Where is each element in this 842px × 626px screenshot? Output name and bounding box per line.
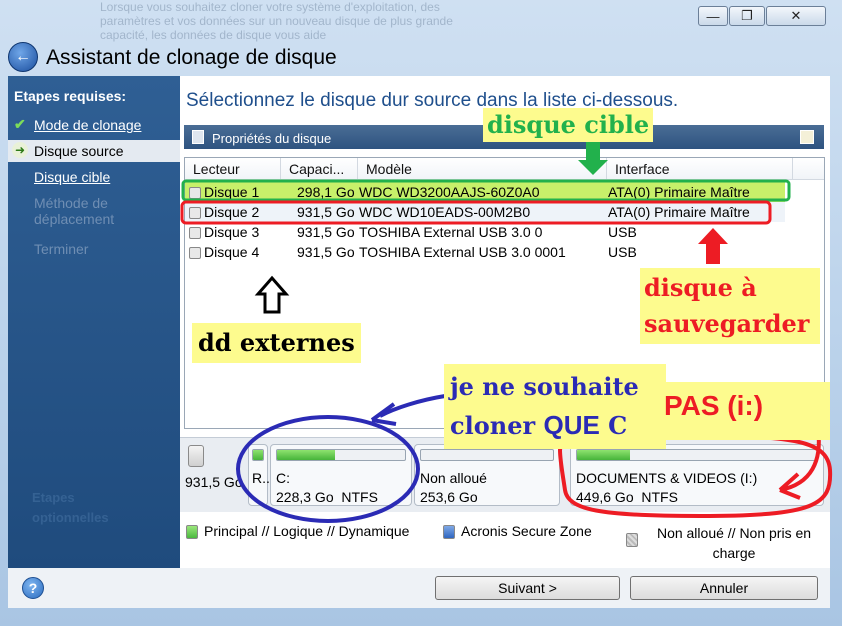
annotation-disque-sauvegarder: disque à sauvegarder	[640, 268, 820, 344]
red-up-arrow	[698, 228, 728, 264]
annotation-cloner-c: je ne souhaite cloner QUE C	[444, 364, 666, 449]
annotation-disque-cible: disque cible	[483, 108, 654, 142]
green-down-arrow	[578, 142, 608, 175]
black-up-arrow	[254, 275, 290, 314]
blue-circle	[236, 415, 420, 523]
annotation-dd-externes: dd externes	[192, 323, 361, 363]
red-highlight-outline	[180, 200, 772, 225]
annotation-pas-i: PAS (i:)	[656, 382, 830, 440]
green-highlight-outline	[181, 179, 791, 202]
